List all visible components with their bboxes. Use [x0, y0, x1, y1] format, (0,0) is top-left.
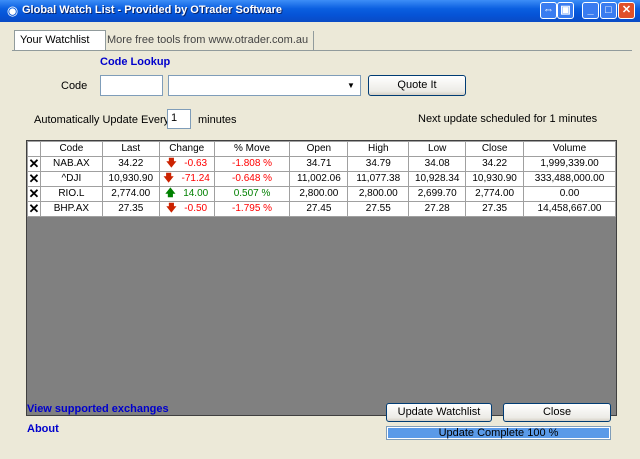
change-value: -71.24 [181, 173, 210, 184]
cell-open: 11,002.06 [289, 171, 349, 187]
interval-input[interactable]: 1 [167, 109, 191, 129]
auto-update-label: Automatically Update Every [34, 114, 170, 126]
arrow-down-icon: 🡇 [166, 158, 177, 169]
window-title: Global Watch List - Provided by OTrader … [22, 4, 282, 16]
watchlist-table: Code Last Change % Move Open High Low Cl… [27, 141, 616, 217]
change-value: -0.50 [184, 203, 208, 214]
maximize-icon[interactable]: □ [600, 2, 617, 19]
cell-change: 🡇 -0.63 [158, 156, 215, 172]
column-header[interactable]: Volume [523, 141, 616, 157]
cell-last: 10,930.90 [101, 171, 160, 187]
arrow-down-icon: 🡇 [163, 173, 174, 184]
remove-row-icon[interactable]: ✕ [27, 186, 41, 202]
change-value: 14.00 [183, 188, 209, 199]
chevron-down-icon[interactable]: ▼ [343, 77, 359, 94]
cell-move: -1.808 % [213, 156, 291, 172]
next-update-status: Next update scheduled for 1 minutes [418, 113, 598, 125]
view-exchanges-link[interactable]: View supported exchanges [27, 403, 169, 415]
column-header[interactable]: Code [39, 141, 103, 157]
title-bar[interactable]: ◉ Global Watch List - Provided by OTrade… [0, 0, 640, 22]
tab-your-watchlist[interactable]: Your Watchlist [14, 30, 106, 51]
column-header[interactable]: Low [408, 141, 467, 157]
watchlist-grid[interactable]: Code Last Change % Move Open High Low Cl… [26, 140, 617, 416]
quote-it-button[interactable]: Quote It [368, 75, 466, 96]
tab-divider [12, 50, 632, 51]
cell-last: 34.22 [101, 156, 160, 172]
cell-move: 0.507 % [213, 186, 291, 202]
arrow-down-icon: 🡇 [166, 203, 177, 214]
cell-last: 2,774.00 [101, 186, 160, 202]
column-header[interactable]: Open [289, 141, 349, 157]
cell-last: 27.35 [101, 201, 160, 217]
cell-move: -0.648 % [213, 171, 291, 187]
column-header[interactable]: Close [465, 141, 525, 157]
arrow-up-icon: 🡅 [165, 188, 176, 199]
table-row[interactable]: ✕ ^DJI 10,930.90 🡇 -71.24 -0.648 % 11,002… [27, 171, 616, 187]
pin-icon[interactable]: ⇔ [540, 2, 557, 19]
about-link[interactable]: About [27, 423, 59, 435]
close-button[interactable]: Close [503, 403, 611, 422]
update-progress-bar: Update Complete 100 % [386, 426, 611, 440]
remove-column-header [27, 141, 41, 157]
cell-low: 27.28 [408, 201, 467, 217]
cell-volume: 0.00 [523, 186, 616, 202]
cell-volume: 14,458,667.00 [523, 201, 616, 217]
close-icon[interactable]: ✕ [618, 2, 635, 19]
column-header[interactable]: Change [158, 141, 215, 157]
cell-high: 2,800.00 [347, 186, 410, 202]
cell-high: 11,077.38 [347, 171, 410, 187]
minimize-icon[interactable]: _ [582, 2, 599, 19]
main-panel: Your Watchlist More free tools from www.… [4, 22, 636, 455]
cell-open: 2,800.00 [289, 186, 349, 202]
cell-low: 10,928.34 [408, 171, 467, 187]
cell-code: RIO.L [39, 186, 103, 202]
remove-row-icon[interactable]: ✕ [27, 171, 41, 187]
minutes-label: minutes [198, 114, 237, 126]
cell-volume: 1,999,339.00 [523, 156, 616, 172]
table-row[interactable]: ✕ NAB.AX 34.22 🡇 -0.63 -1.808 % 34.71 34.… [27, 156, 616, 172]
cell-open: 34.71 [289, 156, 349, 172]
cell-close: 34.22 [465, 156, 525, 172]
table-row[interactable]: ✕ RIO.L 2,774.00 🡅 14.00 0.507 % 2,800.00… [27, 186, 616, 202]
exchange-combo[interactable]: ▼ [168, 75, 361, 96]
cell-volume: 333,488,000.00 [523, 171, 616, 187]
code-input[interactable] [100, 75, 163, 96]
remove-row-icon[interactable]: ✕ [27, 156, 41, 172]
cell-code: ^DJI [39, 171, 103, 187]
code-lookup-title: Code Lookup [100, 56, 171, 68]
column-header[interactable]: % Move [213, 141, 291, 157]
code-label: Code [61, 80, 88, 92]
tab-more-tools[interactable]: More free tools from www.otrader.com.au [102, 31, 315, 50]
cell-low: 34.08 [408, 156, 467, 172]
progress-text: Update Complete 100 % [438, 427, 559, 439]
cell-move: -1.795 % [213, 201, 291, 217]
update-watchlist-button[interactable]: Update Watchlist [386, 403, 492, 422]
cell-change: 🡇 -0.50 [158, 201, 215, 217]
column-header[interactable]: Last [101, 141, 160, 157]
remove-row-icon[interactable]: ✕ [27, 201, 41, 217]
column-header[interactable]: High [347, 141, 410, 157]
cell-code: BHP.AX [39, 201, 103, 217]
cell-code: NAB.AX [39, 156, 103, 172]
cell-close: 10,930.90 [465, 171, 525, 187]
cell-close: 27.35 [465, 201, 525, 217]
header-row: Code Last Change % Move Open High Low Cl… [27, 141, 616, 157]
change-value: -0.63 [184, 158, 208, 169]
globe-icon: ◉ [6, 3, 19, 18]
cell-high: 34.79 [347, 156, 410, 172]
cell-open: 27.45 [289, 201, 349, 217]
cell-change: 🡅 14.00 [158, 186, 215, 202]
restore-icon[interactable]: ▣ [557, 2, 574, 19]
table-row[interactable]: ✕ BHP.AX 27.35 🡇 -0.50 -1.795 % 27.45 27.… [27, 201, 616, 217]
cell-close: 2,774.00 [465, 186, 525, 202]
cell-high: 27.55 [347, 201, 410, 217]
cell-change: 🡇 -71.24 [158, 171, 215, 187]
cell-low: 2,699.70 [408, 186, 467, 202]
